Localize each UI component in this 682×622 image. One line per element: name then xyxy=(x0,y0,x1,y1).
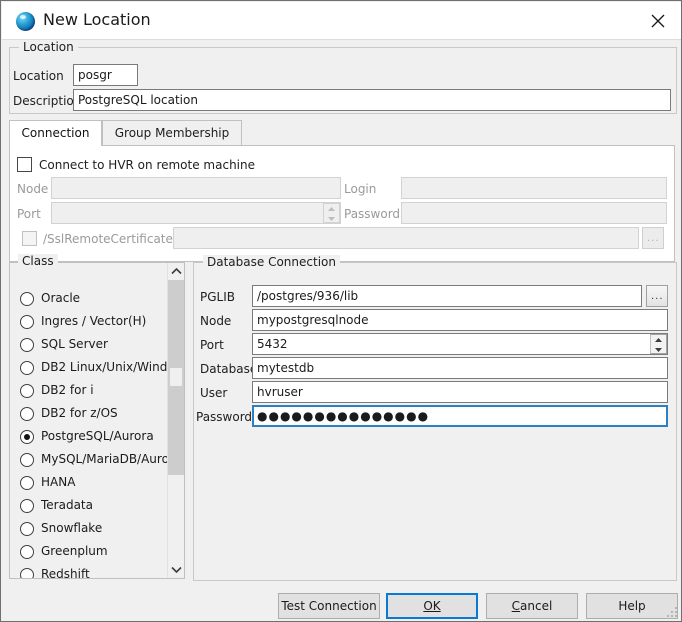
class-option-label: DB2 for i xyxy=(41,383,94,397)
test-connection-button[interactable]: Test Connection xyxy=(278,593,380,619)
login-input[interactable] xyxy=(401,177,667,199)
radio-icon xyxy=(20,384,34,398)
class-list-scrollbar[interactable] xyxy=(167,263,184,578)
pglib-label: PGLIB xyxy=(200,290,235,304)
connect-remote-label: Connect to HVR on remote machine xyxy=(39,158,255,172)
node-label: Node xyxy=(17,182,49,196)
radio-icon xyxy=(20,453,34,467)
class-option-label: Oracle xyxy=(41,291,81,305)
class-option-label: SQL Server xyxy=(41,337,108,351)
scrollbar-track[interactable] xyxy=(168,280,184,561)
db-node-input[interactable] xyxy=(252,309,668,331)
description-label: Description xyxy=(13,94,82,108)
node-input[interactable] xyxy=(51,177,341,199)
ssl-remote-certificate-label: /SslRemoteCertificate xyxy=(43,232,173,246)
class-option-label: DB2 for z/OS xyxy=(41,406,118,420)
db-user-label: User xyxy=(200,386,228,400)
port-remote-label: Port xyxy=(17,207,41,221)
class-listbox[interactable]: Oracle Ingres / Vector(H) SQL Server DB2… xyxy=(9,262,185,579)
radio-icon xyxy=(20,499,34,513)
help-button[interactable]: Help xyxy=(586,593,678,619)
globe-sphere-icon xyxy=(16,12,35,31)
radio-icon-selected xyxy=(20,430,34,444)
class-option-label: Greenplum xyxy=(41,544,108,558)
pglib-browse-button[interactable]: ... xyxy=(646,285,668,307)
ellipsis-icon: ... xyxy=(647,233,660,244)
ssl-browse-button[interactable]: ... xyxy=(642,227,664,249)
radio-icon xyxy=(20,522,34,536)
class-option-label: Redshift xyxy=(41,567,90,579)
db-port-label: Port xyxy=(200,338,224,352)
location-group-title: Location xyxy=(19,40,78,54)
db-port-spinner[interactable] xyxy=(650,334,667,354)
class-list-items: Oracle Ingres / Vector(H) SQL Server DB2… xyxy=(10,263,184,579)
ok-button-label: OK xyxy=(423,599,441,613)
radio-icon xyxy=(20,476,34,490)
close-icon[interactable] xyxy=(636,2,681,38)
ssl-remote-certificate-checkbox[interactable] xyxy=(22,231,37,246)
radio-icon xyxy=(20,545,34,559)
db-database-label: Database xyxy=(200,362,258,376)
title-bar: New Location xyxy=(2,2,681,40)
connect-remote-checkbox[interactable] xyxy=(17,157,32,172)
db-password-label: Password xyxy=(196,410,253,424)
db-port-input[interactable] xyxy=(252,333,668,355)
ok-button[interactable]: OK xyxy=(386,593,478,619)
spinner-down-icon[interactable] xyxy=(324,214,339,223)
db-user-input[interactable] xyxy=(252,381,668,403)
scrollbar-grip xyxy=(170,368,182,386)
class-option-label: DB2 Linux/Unix/Windows xyxy=(41,360,185,374)
location-label: Location xyxy=(13,69,64,83)
class-option-label: Snowflake xyxy=(41,521,103,535)
class-option-label: MySQL/MariaDB/Aurora xyxy=(41,452,182,466)
login-label: Login xyxy=(344,182,377,196)
class-group-title: Class xyxy=(18,254,58,268)
spinner-down-icon[interactable] xyxy=(651,345,666,354)
ellipsis-icon: ... xyxy=(651,291,664,302)
port-remote-input[interactable] xyxy=(51,202,341,224)
radio-icon xyxy=(20,407,34,421)
tab-group-membership[interactable]: Group Membership xyxy=(102,120,242,145)
scroll-up-icon[interactable] xyxy=(168,263,184,280)
spinner-up-icon[interactable] xyxy=(324,204,339,213)
radio-icon xyxy=(20,292,34,306)
tab-strip: Connection Group Membership xyxy=(9,120,675,146)
radio-icon xyxy=(20,361,34,375)
radio-icon xyxy=(20,338,34,352)
class-option-label: PostgreSQL/Aurora xyxy=(41,429,154,443)
class-option-label: HANA xyxy=(41,475,76,489)
radio-icon xyxy=(20,568,34,578)
location-input[interactable] xyxy=(73,64,138,86)
scroll-down-icon[interactable] xyxy=(168,561,184,578)
scrollbar-thumb[interactable] xyxy=(168,280,184,475)
password-remote-label: Password xyxy=(344,207,401,221)
class-option-label: Teradata xyxy=(41,498,93,512)
password-remote-input[interactable] xyxy=(401,202,667,224)
window-title: New Location xyxy=(43,10,151,29)
new-location-dialog: New Location Location Location Descripti… xyxy=(0,0,682,622)
spinner-up-icon[interactable] xyxy=(651,335,666,344)
cancel-button-label: Cancel xyxy=(511,599,553,613)
database-connection-group-title: Database Connection xyxy=(203,255,340,269)
resize-grip-icon[interactable] xyxy=(666,606,678,618)
db-database-input[interactable] xyxy=(252,357,668,379)
tab-connection[interactable]: Connection xyxy=(9,120,102,146)
cancel-button[interactable]: Cancel xyxy=(486,593,578,619)
ssl-remote-certificate-input[interactable] xyxy=(173,227,639,249)
class-option-label: Ingres / Vector(H) xyxy=(41,314,147,328)
db-node-label: Node xyxy=(200,314,232,328)
pglib-input[interactable] xyxy=(252,285,642,307)
description-input[interactable] xyxy=(73,89,671,111)
db-password-input[interactable] xyxy=(252,405,668,427)
radio-icon xyxy=(20,315,34,329)
port-remote-spinner[interactable] xyxy=(323,203,340,223)
